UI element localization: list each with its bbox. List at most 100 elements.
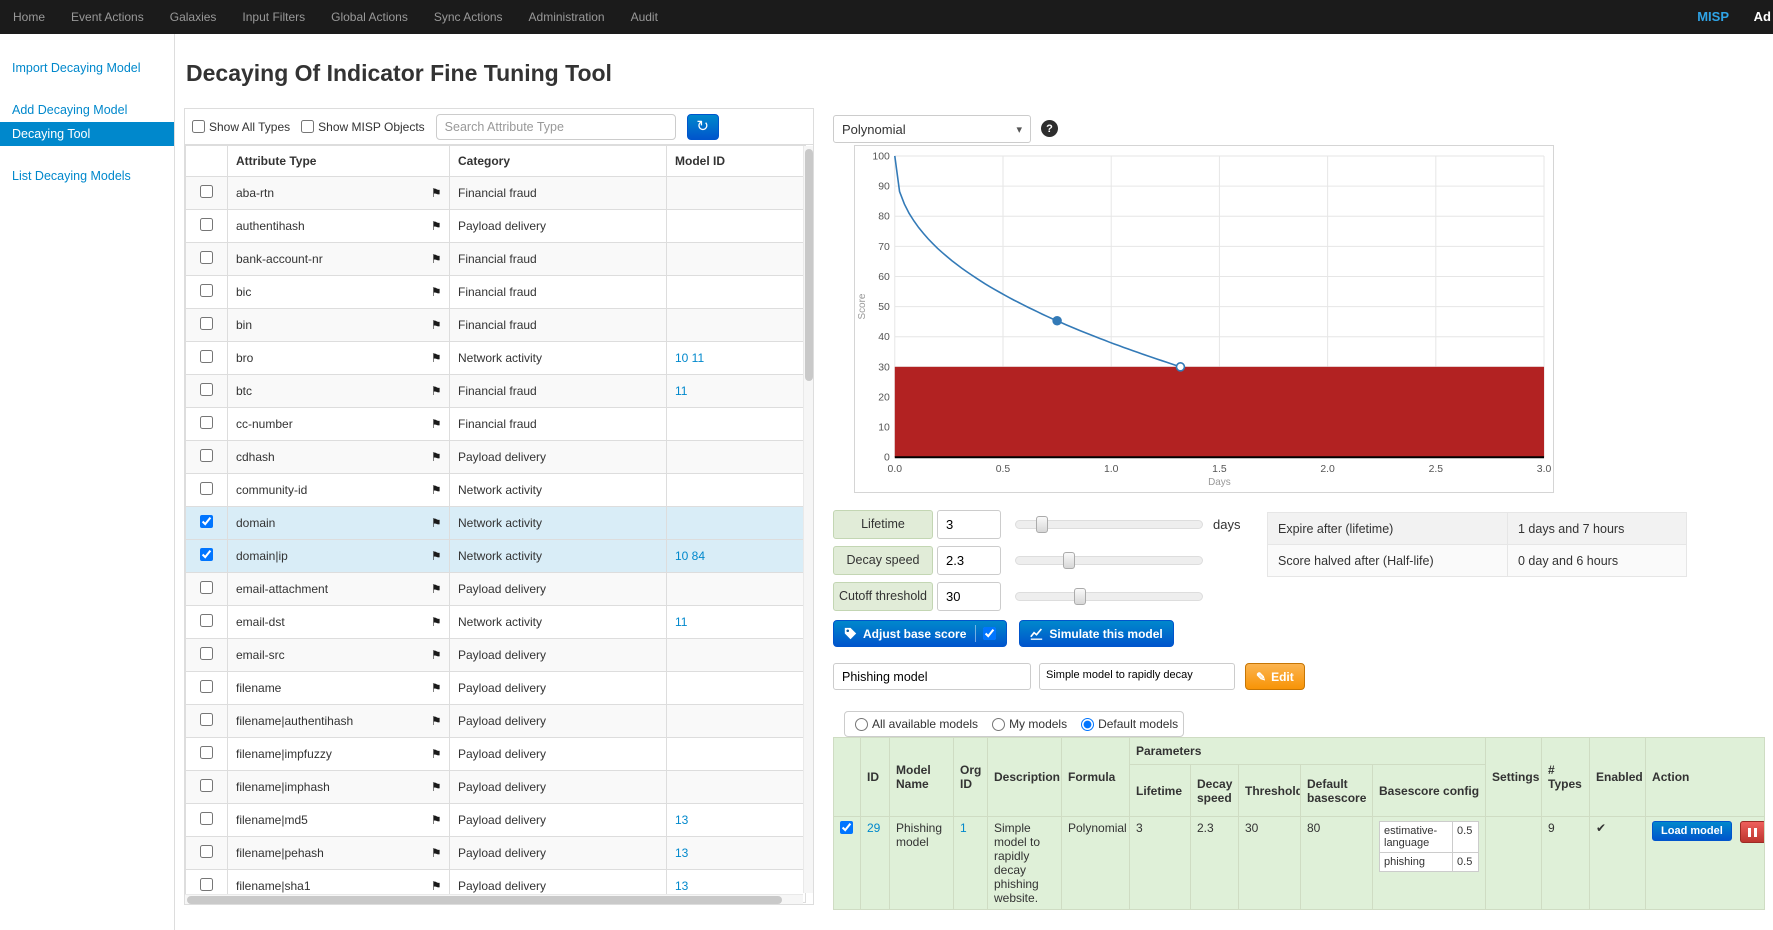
model-id-links[interactable] bbox=[667, 309, 806, 342]
model-id-links[interactable] bbox=[667, 573, 806, 606]
model-id-links[interactable]: 10 11 bbox=[667, 342, 806, 375]
attribute-row-checkbox[interactable] bbox=[200, 812, 213, 825]
misp-brand[interactable]: MISP bbox=[1697, 0, 1729, 34]
attribute-row[interactable]: filename|impfuzzy⚑Payload delivery bbox=[186, 738, 806, 771]
horizontal-scrollbar[interactable] bbox=[185, 894, 803, 904]
attribute-row-checkbox[interactable] bbox=[200, 878, 213, 891]
sidebar-item[interactable]: Import Decaying Model bbox=[0, 56, 174, 80]
slider-track[interactable] bbox=[1015, 556, 1203, 565]
attribute-type-header[interactable]: Attribute Type bbox=[228, 146, 424, 177]
attribute-row[interactable]: filename|imphash⚑Payload delivery bbox=[186, 771, 806, 804]
attribute-row[interactable]: email-src⚑Payload delivery bbox=[186, 639, 806, 672]
sidebar-item[interactable]: Add Decaying Model bbox=[0, 98, 174, 122]
attribute-row[interactable]: authentihash⚑Payload delivery bbox=[186, 210, 806, 243]
nav-item[interactable]: Administration bbox=[516, 0, 618, 34]
slider-thumb[interactable] bbox=[1063, 552, 1075, 569]
flag-icon[interactable]: ⚑ bbox=[431, 318, 442, 332]
pause-model-button[interactable] bbox=[1740, 821, 1765, 843]
attribute-row[interactable]: cc-number⚑Financial fraud bbox=[186, 408, 806, 441]
flag-icon[interactable]: ⚑ bbox=[431, 384, 442, 398]
model-id-links[interactable] bbox=[667, 276, 806, 309]
refresh-button[interactable]: ↻ bbox=[687, 114, 719, 140]
attribute-row-checkbox[interactable] bbox=[200, 746, 213, 759]
attribute-row[interactable]: filename|md5⚑Payload delivery13 bbox=[186, 804, 806, 837]
model-id-links[interactable] bbox=[667, 639, 806, 672]
slider-value-input[interactable] bbox=[937, 546, 1001, 575]
model-id-links[interactable] bbox=[667, 507, 806, 540]
model-id-links[interactable] bbox=[667, 738, 806, 771]
slider-thumb[interactable] bbox=[1074, 588, 1086, 605]
attribute-row-checkbox[interactable] bbox=[200, 416, 213, 429]
nav-item[interactable]: Sync Actions bbox=[421, 0, 516, 34]
nav-item[interactable]: Global Actions bbox=[318, 0, 421, 34]
attribute-row-checkbox[interactable] bbox=[200, 614, 213, 627]
flag-icon[interactable]: ⚑ bbox=[431, 252, 442, 266]
model-id-links[interactable] bbox=[667, 177, 806, 210]
attribute-row[interactable]: aba-rtn⚑Financial fraud bbox=[186, 177, 806, 210]
attribute-row[interactable]: filename⚑Payload delivery bbox=[186, 672, 806, 705]
model-id-links[interactable]: 11 bbox=[667, 375, 806, 408]
flag-icon[interactable]: ⚑ bbox=[431, 846, 442, 860]
flag-icon[interactable]: ⚑ bbox=[431, 516, 442, 530]
flag-icon[interactable]: ⚑ bbox=[431, 648, 442, 662]
help-icon[interactable]: ? bbox=[1041, 120, 1058, 137]
flag-icon[interactable]: ⚑ bbox=[431, 186, 442, 200]
model-id-header[interactable]: Model ID bbox=[667, 146, 806, 177]
model-row[interactable]: 29 Phishing model 1 Simple model to rapi… bbox=[834, 817, 1765, 910]
model-description-textarea[interactable]: Simple model to rapidly decay bbox=[1039, 663, 1235, 690]
attribute-row[interactable]: cdhash⚑Payload delivery bbox=[186, 441, 806, 474]
sidebar-item[interactable]: Decaying Tool bbox=[0, 122, 174, 146]
attribute-row-checkbox[interactable] bbox=[200, 647, 213, 660]
model-scope-option[interactable]: All available models bbox=[855, 717, 978, 731]
attribute-row-checkbox[interactable] bbox=[200, 350, 213, 363]
flag-icon[interactable]: ⚑ bbox=[431, 450, 442, 464]
model-name-input[interactable] bbox=[833, 663, 1031, 690]
sidebar-item[interactable]: List Decaying Models bbox=[0, 164, 174, 188]
slider-value-input[interactable] bbox=[937, 582, 1001, 611]
attribute-row[interactable]: filename|pehash⚑Payload delivery13 bbox=[186, 837, 806, 870]
attribute-row[interactable]: bic⚑Financial fraud bbox=[186, 276, 806, 309]
model-org-id[interactable]: 1 bbox=[954, 817, 988, 910]
model-id-links[interactable] bbox=[667, 672, 806, 705]
flag-icon[interactable]: ⚑ bbox=[431, 351, 442, 365]
adjust-base-score-button[interactable]: Adjust base score bbox=[833, 620, 1007, 647]
attribute-row[interactable]: bin⚑Financial fraud bbox=[186, 309, 806, 342]
search-attribute-input[interactable] bbox=[436, 114, 676, 140]
model-id-links[interactable]: 11 bbox=[667, 606, 806, 639]
model-id-links[interactable]: 13 bbox=[667, 837, 806, 870]
model-id[interactable]: 29 bbox=[861, 817, 890, 910]
attribute-row[interactable]: email-attachment⚑Payload delivery bbox=[186, 573, 806, 606]
flag-icon[interactable]: ⚑ bbox=[431, 780, 442, 794]
attribute-row[interactable]: btc⚑Financial fraud11 bbox=[186, 375, 806, 408]
model-id-links[interactable]: 13 bbox=[667, 804, 806, 837]
slider-track[interactable] bbox=[1015, 520, 1203, 529]
attribute-row-checkbox[interactable] bbox=[200, 185, 213, 198]
model-id-links[interactable] bbox=[667, 705, 806, 738]
nav-item[interactable]: Galaxies bbox=[157, 0, 230, 34]
attribute-row-checkbox[interactable] bbox=[200, 680, 213, 693]
attribute-row-checkbox[interactable] bbox=[200, 581, 213, 594]
attribute-row[interactable]: filename|authentihash⚑Payload delivery bbox=[186, 705, 806, 738]
formula-select[interactable]: Polynomial ▾ bbox=[833, 115, 1031, 143]
nav-item[interactable]: Audit bbox=[618, 0, 671, 34]
flag-icon[interactable]: ⚑ bbox=[431, 549, 442, 563]
flag-icon[interactable]: ⚑ bbox=[431, 714, 442, 728]
adjust-base-score-checkbox[interactable] bbox=[983, 627, 996, 640]
flag-icon[interactable]: ⚑ bbox=[431, 879, 442, 893]
flag-icon[interactable]: ⚑ bbox=[431, 615, 442, 629]
flag-icon[interactable]: ⚑ bbox=[431, 747, 442, 761]
vertical-scrollbar[interactable] bbox=[803, 146, 813, 893]
attribute-row-checkbox[interactable] bbox=[200, 713, 213, 726]
attribute-row[interactable]: bro⚑Network activity10 11 bbox=[186, 342, 806, 375]
show-all-types-option[interactable]: Show All Types bbox=[192, 120, 290, 134]
attribute-row-checkbox[interactable] bbox=[200, 284, 213, 297]
attribute-row[interactable]: email-dst⚑Network activity11 bbox=[186, 606, 806, 639]
model-scope-option[interactable]: Default models bbox=[1081, 717, 1178, 731]
model-id-links[interactable] bbox=[667, 474, 806, 507]
attribute-row-checkbox[interactable] bbox=[200, 218, 213, 231]
scope-radio[interactable] bbox=[1081, 718, 1094, 731]
nav-item[interactable]: Home bbox=[0, 0, 58, 34]
flag-icon[interactable]: ⚑ bbox=[431, 813, 442, 827]
horizontal-scrollbar-thumb[interactable] bbox=[187, 896, 782, 904]
nav-item[interactable]: Event Actions bbox=[58, 0, 157, 34]
